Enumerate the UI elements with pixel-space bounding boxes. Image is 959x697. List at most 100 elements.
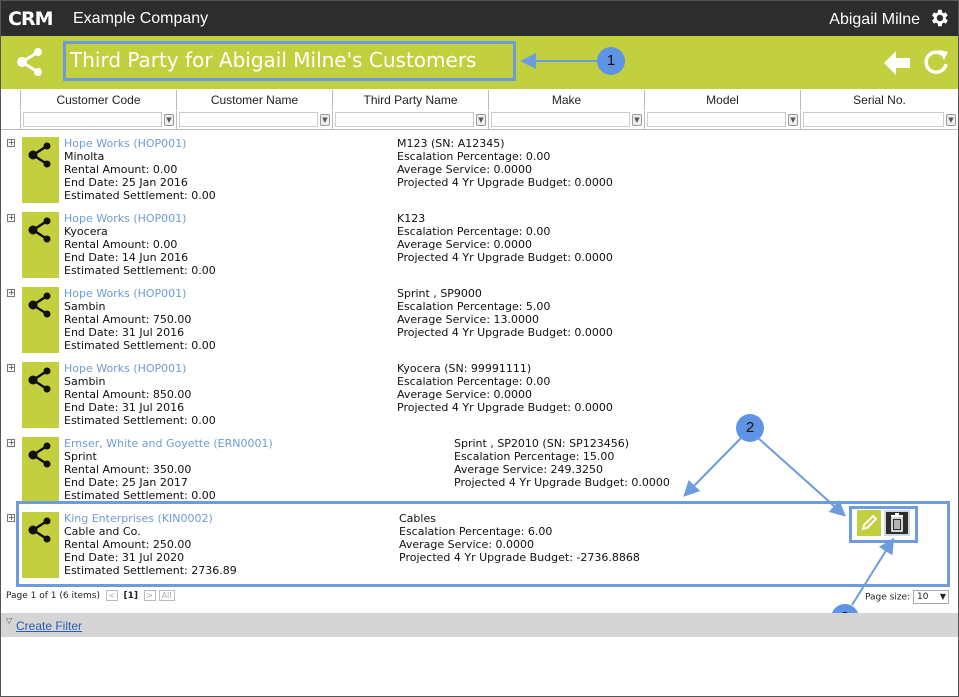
record-thumbnail (22, 287, 59, 353)
filter-input[interactable] (335, 112, 474, 127)
table-row[interactable]: + Hope Works (HOP001) Minolta Rental Amo… (1, 133, 958, 208)
filter-icon[interactable]: ▼ (632, 114, 642, 126)
page-size-label: Page size: (864, 592, 911, 603)
third-party-name: Sprint (64, 450, 97, 463)
end-date: End Date: 31 Jul 2016 (64, 326, 185, 339)
estimated-settlement: Estimated Settlement: 0.00 (64, 264, 216, 277)
average-service: Average Service: 0.0000 (397, 388, 533, 401)
share-icon (28, 442, 51, 468)
average-service: Average Service: 249.3250 (454, 463, 604, 476)
filter-input[interactable] (647, 112, 786, 127)
customer-link[interactable]: Hope Works (HOP001) (64, 362, 216, 375)
expand-icon[interactable]: + (7, 364, 15, 372)
customer-link[interactable]: Ernser, White and Goyette (ERN0001) (64, 437, 273, 450)
create-filter-link[interactable]: Create Filter (16, 619, 82, 633)
equipment-details: Sprint , SP2010 (SN: SP123456) Escalatio… (454, 437, 670, 489)
table-row[interactable]: + Hope Works (HOP001) Kyocera Rental Amo… (1, 208, 958, 283)
make-model: Kyocera (SN: 99991111) (397, 362, 532, 375)
filter-input[interactable] (179, 112, 318, 127)
share-icon (28, 292, 51, 318)
user-name[interactable]: Abigail Milne (829, 11, 920, 29)
pager-next-button[interactable]: > (143, 590, 156, 601)
filter-icon[interactable]: ▼ (164, 114, 174, 126)
column-header-customer-code[interactable]: Customer Code (20, 90, 176, 110)
share-icon (28, 142, 51, 168)
pager-current-page[interactable]: [1] (123, 591, 138, 601)
column-header-third-party-name[interactable]: Third Party Name (332, 90, 488, 110)
edit-button[interactable] (857, 510, 881, 536)
callout-1: 1 (597, 47, 625, 75)
customer-link[interactable]: Hope Works (HOP001) (64, 137, 216, 150)
equipment-details: K123 Escalation Percentage: 0.00 Average… (397, 212, 613, 264)
filter-icon[interactable]: ▼ (946, 114, 956, 126)
rental-amount: Rental Amount: 0.00 (64, 163, 178, 176)
table-row[interactable]: + Hope Works (HOP001) Sambin Rental Amou… (1, 358, 958, 433)
table-row[interactable]: + Hope Works (HOP001) Sambin Rental Amou… (1, 283, 958, 358)
average-service: Average Service: 0.0000 (397, 163, 533, 176)
filter-cell-model: ▼ (644, 111, 800, 129)
chevron-down-icon: ▼ (939, 592, 946, 601)
back-arrow-icon[interactable] (882, 48, 912, 78)
escalation-percentage: Escalation Percentage: 15.00 (454, 450, 615, 463)
customer-link[interactable]: Hope Works (HOP001) (64, 287, 216, 300)
escalation-percentage: Escalation Percentage: 0.00 (397, 375, 551, 388)
filter-icon[interactable]: ▼ (320, 114, 330, 126)
record-thumbnail (22, 137, 59, 203)
equipment-details: Kyocera (SN: 99991111) Escalation Percen… (397, 362, 613, 414)
filter-input[interactable] (803, 112, 944, 127)
page-size: Page size: 10 ▼ (865, 590, 949, 604)
expand-icon[interactable]: + (7, 289, 15, 297)
end-date: End Date: 25 Jan 2016 (64, 176, 188, 189)
third-party-name: Sambin (64, 375, 106, 388)
customer-link[interactable]: Hope Works (HOP001) (64, 212, 216, 225)
column-header-customer-name[interactable]: Customer Name (176, 90, 332, 110)
estimated-settlement: Estimated Settlement: 0.00 (64, 339, 216, 352)
escalation-percentage: Escalation Percentage: 0.00 (397, 150, 551, 163)
rental-amount: Rental Amount: 850.00 (64, 388, 192, 401)
equipment-details: Sprint , SP9000 Escalation Percentage: 5… (397, 287, 613, 339)
projected-budget: Projected 4 Yr Upgrade Budget: 0.0000 (397, 401, 613, 414)
table-row[interactable]: + Ernser, White and Goyette (ERN0001) Sp… (1, 433, 958, 508)
filter-icon[interactable]: ▼ (476, 114, 486, 126)
page-size-value: 10 (917, 592, 929, 602)
crm-logo[interactable]: CRM (8, 8, 53, 30)
customer-details: Hope Works (HOP001) Sambin Rental Amount… (64, 287, 216, 352)
rental-amount: Rental Amount: 0.00 (64, 238, 178, 251)
end-date: End Date: 31 Jul 2016 (64, 401, 185, 414)
column-header-serial-no[interactable]: Serial No. (800, 90, 958, 110)
column-header-model[interactable]: Model (644, 90, 800, 110)
filter-input[interactable] (491, 112, 630, 127)
expand-icon[interactable]: + (7, 214, 15, 222)
filter-input[interactable] (23, 112, 162, 127)
expand-icon[interactable]: + (7, 439, 15, 447)
column-header-make[interactable]: Make (488, 90, 644, 110)
filter-cell-customer-code: ▼ (20, 111, 176, 129)
third-party-name: Minolta (64, 150, 105, 163)
projected-budget: Projected 4 Yr Upgrade Budget: 0.0000 (397, 176, 613, 189)
make-model: M123 (SN: A12345) (397, 137, 505, 150)
filter-icon[interactable]: ▼ (788, 114, 798, 126)
pager: Page 1 of 1 (6 items) < [1] > All (6, 590, 175, 601)
rental-amount: Rental Amount: 350.00 (64, 463, 192, 476)
refresh-icon[interactable] (922, 48, 950, 76)
delete-button[interactable] (884, 510, 910, 536)
rental-amount: Rental Amount: 750.00 (64, 313, 192, 326)
share-icon (17, 48, 42, 76)
share-icon (28, 367, 51, 393)
expand-icon[interactable]: + (7, 139, 15, 147)
pager-all-button[interactable]: All (158, 590, 175, 601)
page-size-select[interactable]: 10 ▼ (913, 590, 949, 604)
filter-cell-make: ▼ (488, 111, 644, 129)
projected-budget: Projected 4 Yr Upgrade Budget: 0.0000 (454, 476, 670, 489)
third-party-name: Sambin (64, 300, 106, 313)
gear-icon[interactable] (928, 7, 950, 29)
filter-icon: ▽ (6, 616, 13, 625)
company-name: Example Company (73, 10, 209, 27)
top-bar: CRM Example Company Abigail Milne (1, 1, 958, 36)
pager-prev-button[interactable]: < (105, 590, 118, 601)
delete-icon (891, 513, 903, 532)
record-thumbnail (22, 212, 59, 278)
title-bar: Third Party for Abigail Milne's Customer… (1, 36, 958, 89)
title-highlight-box: Third Party for Abigail Milne's Customer… (63, 41, 516, 81)
expand-icon[interactable]: + (7, 514, 15, 522)
